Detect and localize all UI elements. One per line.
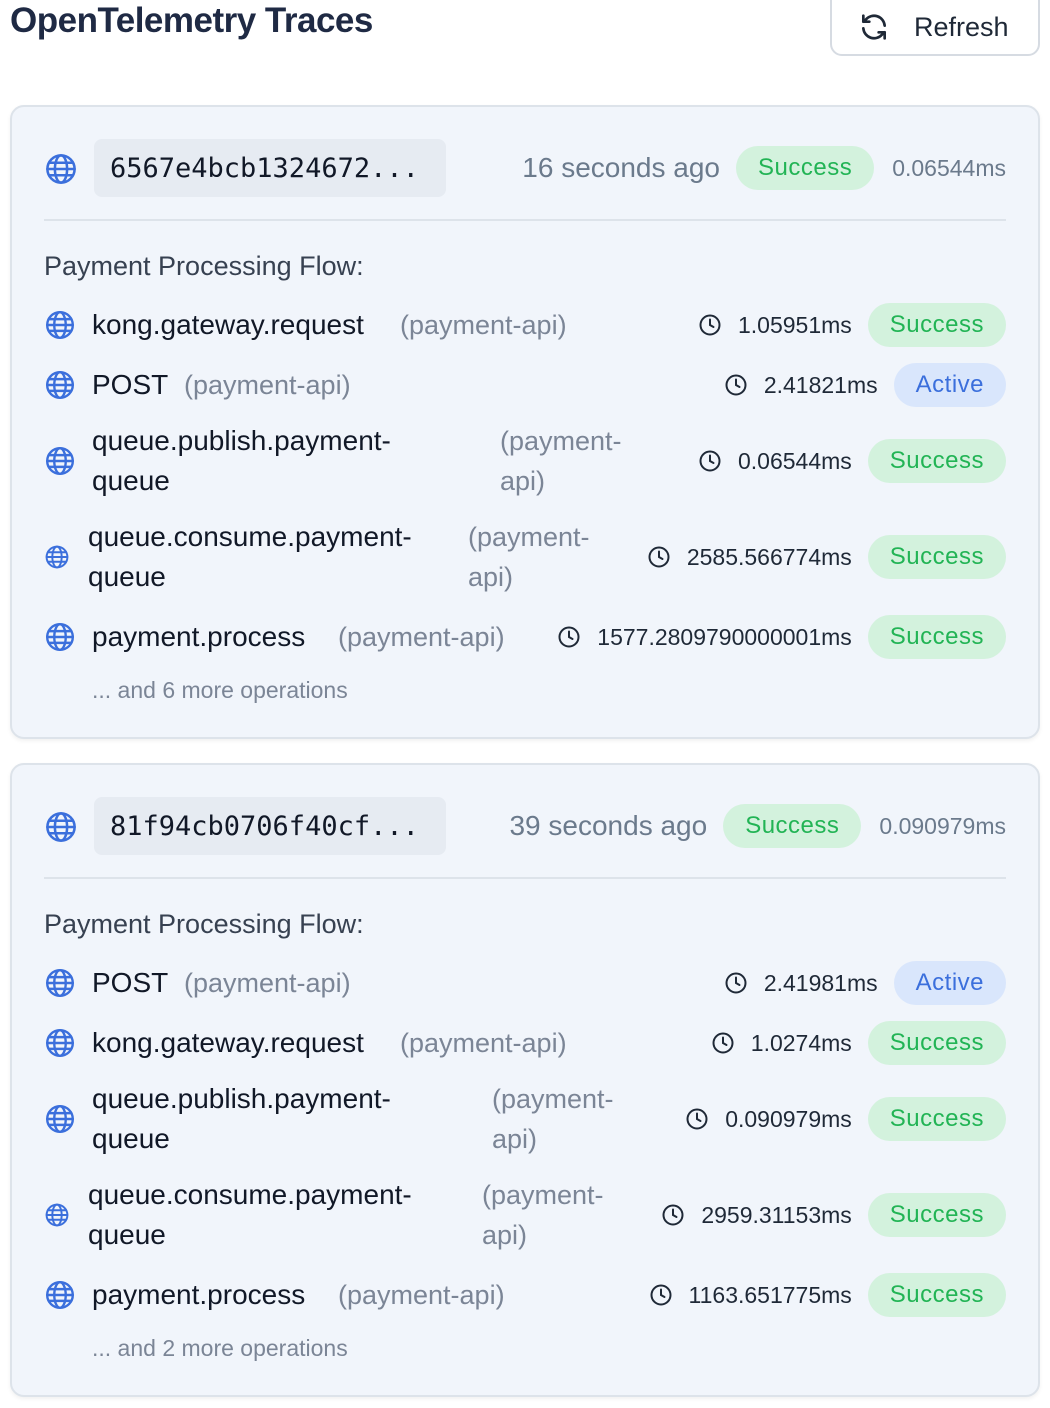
globe-icon xyxy=(44,309,76,341)
span-name: payment.process xyxy=(92,1279,306,1310)
span-duration: 2585.566774ms xyxy=(686,543,852,570)
clock-icon xyxy=(711,1031,735,1055)
status-badge: Success xyxy=(867,1193,1006,1237)
status-badge: Success xyxy=(867,535,1006,579)
span-duration: 1577.2809790000001ms xyxy=(597,623,852,650)
trace-header: 6567e4bcb1324672... 16 seconds ago Success… xyxy=(44,139,1006,197)
span-name: payment.process xyxy=(92,621,306,652)
span-service: (payment-api) xyxy=(338,622,505,652)
span-service: (payment-api) xyxy=(468,522,590,592)
span-duration: 2959.31153ms xyxy=(701,1201,852,1228)
span-row[interactable]: payment.process (payment-api) 1577.2809790… xyxy=(44,615,1006,659)
divider xyxy=(44,877,1006,879)
span-row[interactable]: kong.gateway.request (payment-api) 1.05951… xyxy=(44,303,1006,347)
span-duration: 0.06544ms xyxy=(737,447,852,474)
clock-icon xyxy=(661,1203,685,1227)
clock-icon xyxy=(698,313,722,337)
span-name: queue.consume.payment-queue xyxy=(88,521,412,592)
globe-icon xyxy=(44,152,78,186)
refresh-button[interactable]: Refresh xyxy=(830,0,1040,56)
span-service: (payment-api) xyxy=(492,1084,614,1154)
globe-icon xyxy=(44,810,78,844)
span-name: POST xyxy=(92,967,169,998)
span-name: queue.publish.payment-queue xyxy=(92,425,391,496)
globe-icon xyxy=(44,1103,76,1135)
span-row[interactable]: queue.publish.payment-queue (payment-api)… xyxy=(44,421,1006,501)
flow-title: Payment Processing Flow: xyxy=(44,909,364,939)
status-badge: Success xyxy=(867,303,1006,347)
span-row[interactable]: kong.gateway.request (payment-api) 1.0274m… xyxy=(44,1021,1006,1065)
header: OpenTelemetry Traces Refresh xyxy=(0,0,1050,70)
trace-id[interactable]: 81f94cb0706f40cf... xyxy=(94,797,446,855)
refresh-icon xyxy=(862,14,886,40)
refresh-label: Refresh xyxy=(914,11,1009,42)
divider xyxy=(44,219,1006,221)
clock-icon xyxy=(557,625,581,649)
span-service: (payment-api) xyxy=(400,1028,567,1058)
span-duration: 2.41821ms xyxy=(763,371,878,398)
more-operations[interactable]: ... and 2 more operations xyxy=(92,1335,348,1362)
status-badge: Success xyxy=(867,439,1006,483)
span-service: (payment-api) xyxy=(184,968,351,998)
globe-icon xyxy=(44,369,76,401)
status-badge: Active xyxy=(893,363,1006,407)
span-service: (payment-api) xyxy=(400,310,567,340)
span-row[interactable]: payment.process (payment-api) 1163.651775m… xyxy=(44,1273,1006,1317)
globe-icon xyxy=(44,1279,76,1311)
span-duration: 1.0274ms xyxy=(750,1029,852,1056)
span-service: (payment-api) xyxy=(500,426,622,496)
clock-icon xyxy=(647,545,671,569)
clock-icon xyxy=(698,449,722,473)
trace-time-ago: 39 seconds ago xyxy=(509,810,708,841)
trace-duration: 0.06544ms xyxy=(892,154,1006,181)
clock-icon xyxy=(685,1107,709,1131)
flow-title: Payment Processing Flow: xyxy=(44,251,364,281)
span-service: (payment-api) xyxy=(338,1280,505,1310)
status-badge: Success xyxy=(867,1097,1006,1141)
clock-icon xyxy=(649,1283,673,1307)
span-row[interactable]: POST (payment-api) 2.41981ms Active xyxy=(44,961,1006,1005)
globe-icon xyxy=(44,967,76,999)
page-title: OpenTelemetry Traces xyxy=(10,1,373,40)
status-badge: Success xyxy=(867,1273,1006,1317)
trace-header: 81f94cb0706f40cf... 39 seconds ago Success… xyxy=(44,797,1006,855)
span-row[interactable]: queue.consume.payment-queue (payment-api)… xyxy=(44,517,1006,597)
span-name: kong.gateway.request xyxy=(92,309,364,340)
globe-icon xyxy=(44,445,76,477)
status-badge: Success xyxy=(867,615,1006,659)
clock-icon xyxy=(724,373,748,397)
span-name: kong.gateway.request xyxy=(92,1027,364,1058)
span-name: queue.consume.payment-queue xyxy=(88,1179,412,1250)
clock-icon xyxy=(724,971,748,995)
globe-icon xyxy=(44,1202,70,1228)
span-row[interactable]: POST (payment-api) 2.41821ms Active xyxy=(44,363,1006,407)
status-badge: Success xyxy=(867,1021,1006,1065)
trace-duration: 0.090979ms xyxy=(879,812,1006,839)
span-service: (payment-api) xyxy=(184,370,351,400)
status-badge: Active xyxy=(893,961,1006,1005)
span-row[interactable]: queue.publish.payment-queue (payment-api)… xyxy=(44,1079,1006,1159)
span-duration: 1.05951ms xyxy=(737,311,852,338)
trace-card[interactable]: 81f94cb0706f40cf... 39 seconds ago Success… xyxy=(10,763,1040,1397)
span-duration: 1163.651775ms xyxy=(688,1281,852,1308)
span-duration: 2.41981ms xyxy=(763,969,878,996)
span-name: POST xyxy=(92,369,169,400)
status-badge: Success xyxy=(723,804,862,848)
span-service: (payment-api) xyxy=(482,1180,604,1250)
status-badge: Success xyxy=(735,146,875,190)
globe-icon xyxy=(44,544,70,570)
trace-time-ago: 16 seconds ago xyxy=(522,152,720,183)
span-row[interactable]: queue.consume.payment-queue (payment-api)… xyxy=(44,1175,1006,1255)
globe-icon xyxy=(44,1027,76,1059)
trace-card[interactable]: 6567e4bcb1324672... 16 seconds ago Success… xyxy=(10,105,1040,739)
trace-id[interactable]: 6567e4bcb1324672... xyxy=(94,139,446,197)
span-duration: 0.090979ms xyxy=(725,1105,852,1132)
globe-icon xyxy=(44,621,76,653)
more-operations[interactable]: ... and 6 more operations xyxy=(92,677,348,704)
span-name: queue.publish.payment-queue xyxy=(92,1083,391,1154)
